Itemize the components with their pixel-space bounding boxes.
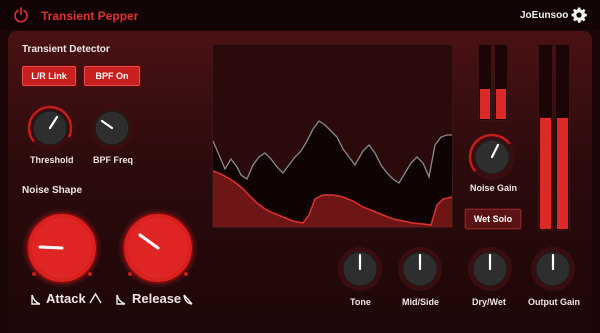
wet-solo-button[interactable]: Wet Solo <box>465 209 521 229</box>
release-shape-icon <box>116 294 126 305</box>
release-knob[interactable] <box>117 207 199 289</box>
attack-knob[interactable] <box>21 207 103 289</box>
mid-side-label: Mid/Side <box>402 297 440 307</box>
threshold-label: Threshold <box>30 155 74 165</box>
output-meter-right <box>555 44 570 231</box>
power-icon[interactable] <box>13 7 29 23</box>
output-gain-knob[interactable] <box>529 245 577 293</box>
release-label: Release <box>132 291 182 306</box>
bpf-on-button[interactable]: BPF On <box>84 66 140 86</box>
transient-detector-heading: Transient Detector <box>22 44 110 55</box>
lr-link-button[interactable]: L/R Link <box>22 66 76 86</box>
noise-gain-label: Noise Gain <box>470 183 518 193</box>
plugin-window: Transient Pepper JoEunsoo Transient Dete… <box>0 0 600 333</box>
release-curve-icon <box>183 294 193 305</box>
tone-label: Tone <box>350 297 371 307</box>
mid-side-knob[interactable] <box>396 245 444 293</box>
gear-icon[interactable] <box>570 6 588 24</box>
bpf-freq-label: BPF Freq <box>93 155 134 165</box>
top-bar: Transient Pepper JoEunsoo <box>0 0 600 30</box>
waveform-graph <box>212 120 453 227</box>
attack-label: Attack <box>46 291 86 306</box>
bpf-freq-knob[interactable] <box>88 104 136 152</box>
attack-curve-icon <box>89 292 102 304</box>
noise-shape-heading: Noise Shape <box>22 185 83 196</box>
output-meter-left <box>538 44 553 231</box>
user-name: JoEunsoo <box>520 10 569 21</box>
app-title: Transient Pepper <box>41 9 139 23</box>
tone-knob[interactable] <box>336 245 384 293</box>
threshold-knob[interactable] <box>26 104 74 152</box>
output-gain-label: Output Gain <box>528 297 580 307</box>
attack-shape-icon <box>31 294 41 305</box>
waveform-display <box>212 44 453 228</box>
noise-meter-right <box>494 44 508 121</box>
dry-wet-label: Dry/Wet <box>472 297 506 307</box>
noise-meter-left <box>478 44 492 121</box>
noise-gain-knob[interactable] <box>467 132 517 182</box>
dry-wet-knob[interactable] <box>466 245 514 293</box>
